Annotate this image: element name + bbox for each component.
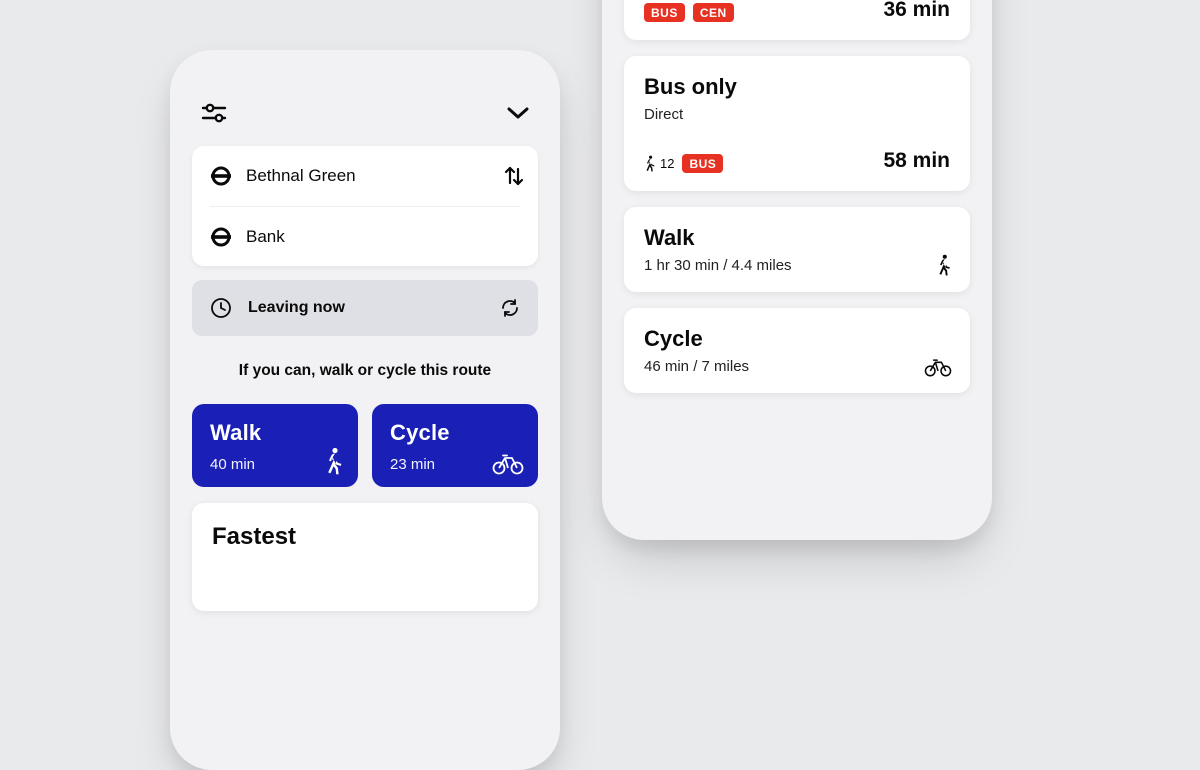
- walk-icon: [644, 155, 656, 172]
- route-card-bus-cen[interactable]: BUS CEN 36 min: [624, 0, 970, 40]
- route-card-walk[interactable]: Walk 1 hr 30 min / 4.4 miles: [624, 207, 970, 292]
- cycle-chip[interactable]: Cycle 23 min: [372, 404, 538, 487]
- chevron-down-icon[interactable]: [506, 106, 530, 120]
- swap-icon[interactable]: [504, 164, 524, 188]
- cycle-icon: [492, 453, 524, 475]
- route-pills: BUS CEN: [644, 3, 734, 22]
- walk-card-subtitle: 1 hr 30 min / 4.4 miles: [644, 257, 950, 274]
- walk-minutes: 12: [660, 156, 674, 171]
- clock-icon: [210, 297, 232, 319]
- pill-cen: CEN: [693, 3, 734, 22]
- bus-only-title: Bus only: [644, 74, 950, 100]
- pill-bus: BUS: [682, 154, 723, 173]
- fastest-card[interactable]: Fastest: [192, 503, 538, 611]
- cycle-icon: [924, 358, 952, 377]
- settings-sliders-icon[interactable]: [200, 102, 228, 124]
- fastest-heading: Fastest: [212, 523, 518, 551]
- top-bar: [192, 88, 538, 146]
- roundel-icon: [210, 165, 232, 187]
- refresh-icon[interactable]: [500, 298, 520, 318]
- roundel-icon: [210, 226, 232, 248]
- bus-only-pills: 12 BUS: [644, 154, 723, 173]
- walk-segment: 12: [644, 155, 674, 172]
- walk-card-title: Walk: [644, 225, 950, 251]
- walk-icon: [936, 254, 952, 276]
- cycle-chip-title: Cycle: [390, 420, 520, 446]
- phone-results: BUS CEN 36 min Bus only Direct: [602, 0, 992, 540]
- phone-journey-input: Bethnal Green Bank: [170, 50, 560, 770]
- leaving-now-bar[interactable]: Leaving now: [192, 280, 538, 336]
- from-row[interactable]: Bethnal Green: [210, 146, 520, 206]
- advice-text: If you can, walk or cycle this route: [192, 362, 538, 380]
- route-time: 36 min: [883, 0, 950, 22]
- route-card-bus-only[interactable]: Bus only Direct 12: [624, 56, 970, 191]
- walk-icon: [324, 447, 344, 475]
- bus-only-time: 58 min: [883, 149, 950, 173]
- walk-chip[interactable]: Walk 40 min: [192, 404, 358, 487]
- bus-only-subtitle: Direct: [644, 106, 950, 123]
- active-travel-chips: Walk 40 min Cycle 23 min: [192, 404, 538, 487]
- to-label: Bank: [246, 227, 285, 247]
- to-row[interactable]: Bank: [210, 206, 520, 266]
- walk-chip-title: Walk: [210, 420, 340, 446]
- from-label: Bethnal Green: [246, 166, 356, 186]
- pill-bus: BUS: [644, 3, 685, 22]
- from-to-card: Bethnal Green Bank: [192, 146, 538, 266]
- cycle-card-title: Cycle: [644, 326, 950, 352]
- leaving-label: Leaving now: [248, 299, 345, 317]
- walk-chip-time: 40 min: [210, 456, 340, 473]
- route-card-cycle[interactable]: Cycle 46 min / 7 miles: [624, 308, 970, 393]
- cycle-card-subtitle: 46 min / 7 miles: [644, 358, 950, 375]
